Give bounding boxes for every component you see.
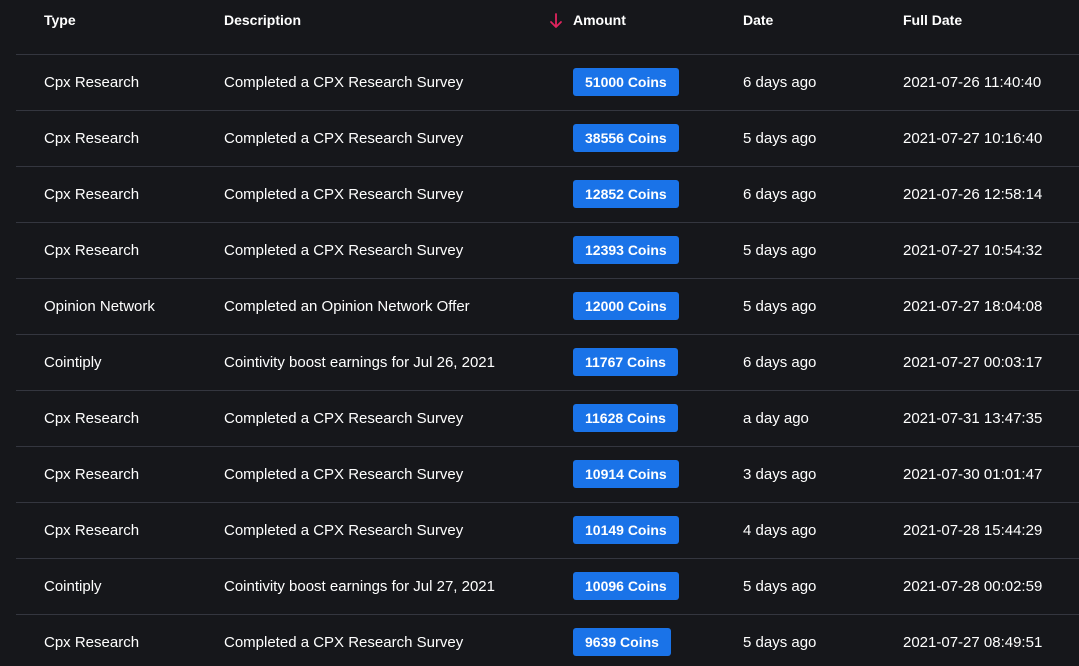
table-body: Cpx Research Completed a CPX Research Sur…: [0, 55, 1079, 666]
cell-description: Completed a CPX Research Survey: [224, 130, 464, 147]
cell-description: Completed a CPX Research Survey: [224, 522, 464, 539]
cell-description: Completed a CPX Research Survey: [224, 74, 464, 91]
cell-description: Completed a CPX Research Survey: [224, 410, 464, 427]
cell-type: Cointiply: [44, 578, 102, 595]
cell-date: 5 days ago: [743, 130, 817, 147]
table-row: Cpx Research Completed a CPX Research Sur…: [16, 55, 1079, 111]
cell-type: Cpx Research: [44, 242, 140, 259]
cell-description: Cointivity boost earnings for Jul 26, 20…: [224, 354, 495, 371]
cell-type: Cointiply: [44, 354, 102, 371]
cell-full-date: 2021-07-30 01:01:47: [903, 466, 1043, 483]
amount-badge: 11767 Coins: [573, 348, 678, 376]
amount-badge: 11628 Coins: [573, 404, 678, 432]
amount-badge: 51000 Coins: [573, 68, 679, 96]
amount-badge: 12393 Coins: [573, 236, 679, 264]
cell-full-date: 2021-07-27 10:16:40: [903, 130, 1043, 147]
table-row: Opinion Network Completed an Opinion Netw…: [16, 279, 1079, 335]
cell-type: Opinion Network: [44, 298, 155, 315]
cell-full-date: 2021-07-27 10:54:32: [903, 242, 1043, 259]
cell-description: Cointivity boost earnings for Jul 27, 20…: [224, 578, 495, 595]
cell-date: 5 days ago: [743, 298, 817, 315]
table-row: Cpx Research Completed a CPX Research Sur…: [16, 615, 1079, 666]
cell-description: Completed a CPX Research Survey: [224, 242, 464, 259]
column-header-description[interactable]: Description: [224, 12, 301, 28]
cell-full-date: 2021-07-31 13:47:35: [903, 410, 1043, 427]
cell-description: Completed a CPX Research Survey: [224, 634, 464, 651]
cell-full-date: 2021-07-27 00:03:17: [903, 354, 1043, 371]
cell-date: 5 days ago: [743, 242, 817, 259]
table-row: Cpx Research Completed a CPX Research Sur…: [16, 111, 1079, 167]
cell-full-date: 2021-07-26 12:58:14: [903, 186, 1043, 203]
amount-badge: 12852 Coins: [573, 180, 679, 208]
table-row: Cpx Research Completed a CPX Research Sur…: [16, 167, 1079, 223]
cell-description: Completed a CPX Research Survey: [224, 466, 464, 483]
column-header-type[interactable]: Type: [44, 12, 76, 28]
cell-full-date: 2021-07-28 00:02:59: [903, 578, 1043, 595]
cell-date: 6 days ago: [743, 186, 817, 203]
table-row: Cpx Research Completed a CPX Research Sur…: [16, 223, 1079, 279]
cell-description: Completed an Opinion Network Offer: [224, 298, 470, 315]
cell-type: Cpx Research: [44, 522, 140, 539]
cell-date: a day ago: [743, 410, 809, 427]
table-header: Type Description Amount Date Full Date: [16, 0, 1079, 55]
cell-full-date: 2021-07-26 11:40:40: [903, 74, 1042, 91]
cell-full-date: 2021-07-28 15:44:29: [903, 522, 1043, 539]
amount-badge: 12000 Coins: [573, 292, 679, 320]
arrow-down-icon[interactable]: [548, 12, 564, 30]
table-row: Cointiply Cointivity boost earnings for J…: [16, 559, 1079, 615]
cell-date: 6 days ago: [743, 74, 817, 91]
transactions-table: Type Description Amount Date Full Date C…: [0, 0, 1079, 666]
cell-date: 3 days ago: [743, 466, 817, 483]
cell-type: Cpx Research: [44, 186, 140, 203]
cell-type: Cpx Research: [44, 130, 140, 147]
table-row: Cpx Research Completed a CPX Research Sur…: [16, 447, 1079, 503]
cell-date: 5 days ago: [743, 634, 817, 651]
table-row: Cointiply Cointivity boost earnings for J…: [16, 335, 1079, 391]
column-header-date[interactable]: Date: [743, 12, 773, 28]
cell-date: 5 days ago: [743, 578, 817, 595]
cell-type: Cpx Research: [44, 634, 140, 651]
cell-type: Cpx Research: [44, 466, 140, 483]
column-header-full-date[interactable]: Full Date: [903, 12, 962, 28]
cell-type: Cpx Research: [44, 410, 140, 427]
amount-badge: 10914 Coins: [573, 460, 679, 488]
amount-badge: 9639 Coins: [573, 628, 671, 656]
cell-type: Cpx Research: [44, 74, 140, 91]
cell-full-date: 2021-07-27 18:04:08: [903, 298, 1043, 315]
cell-description: Completed a CPX Research Survey: [224, 186, 464, 203]
table-row: Cpx Research Completed a CPX Research Sur…: [16, 391, 1079, 447]
amount-badge: 10096 Coins: [573, 572, 679, 600]
cell-date: 4 days ago: [743, 522, 817, 539]
amount-badge: 10149 Coins: [573, 516, 679, 544]
amount-badge: 38556 Coins: [573, 124, 679, 152]
column-header-amount[interactable]: Amount: [573, 12, 626, 28]
cell-date: 6 days ago: [743, 354, 817, 371]
cell-full-date: 2021-07-27 08:49:51: [903, 634, 1043, 651]
table-row: Cpx Research Completed a CPX Research Sur…: [16, 503, 1079, 559]
